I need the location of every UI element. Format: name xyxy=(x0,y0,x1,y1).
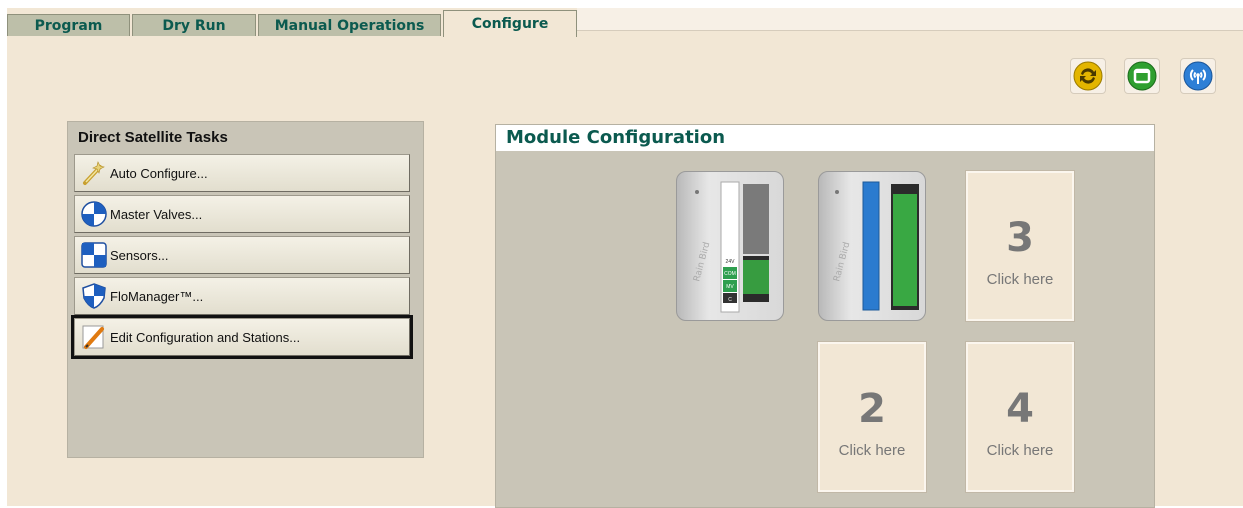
wand-icon xyxy=(83,161,105,185)
app-window: Program Dry Run Manual Operations Config… xyxy=(7,8,1243,508)
sensor-icon xyxy=(81,242,107,268)
refresh-button[interactable] xyxy=(1070,58,1106,94)
flomanager-button[interactable]: FloManager™... xyxy=(74,277,410,315)
auto-configure-button[interactable]: Auto Configure... xyxy=(74,154,410,192)
module-configuration-title: Module Configuration xyxy=(506,127,726,148)
module-slot-2[interactable]: 2 Click here xyxy=(818,342,926,492)
module-slot-3[interactable]: 3 Click here xyxy=(966,171,1074,321)
shield-icon xyxy=(82,283,106,309)
base-module-icon: 24V COM MV C Rain Bird xyxy=(692,181,769,313)
refresh-icon xyxy=(1073,61,1103,91)
sensors-label: Sensors... xyxy=(110,247,169,263)
edit-configuration-label: Edit Configuration and Stations... xyxy=(110,329,301,345)
slot-number: 3 xyxy=(1006,215,1034,261)
station-module-image[interactable]: Rain Bird xyxy=(818,171,926,321)
sensors-button[interactable]: Sensors... xyxy=(74,236,410,274)
pencil-icon xyxy=(82,325,104,349)
window-button[interactable] xyxy=(1124,58,1160,94)
slot-number: 4 xyxy=(1006,386,1034,432)
master-valves-button[interactable]: Master Valves... xyxy=(74,195,410,233)
tab-manual-operations[interactable]: Manual Operations xyxy=(258,14,441,36)
slot-click-here-label: Click here xyxy=(986,271,1054,288)
svg-text:Rain Bird: Rain Bird xyxy=(692,241,712,283)
slot-click-here-label: Click here xyxy=(838,442,906,459)
master-valve-icon xyxy=(81,201,107,227)
module-label-mv: MV xyxy=(726,284,734,290)
module-label-c: C xyxy=(728,297,732,303)
wireless-icon xyxy=(1183,61,1213,91)
svg-text:Rain Bird: Rain Bird xyxy=(832,241,852,283)
tab-program[interactable]: Program xyxy=(7,14,130,36)
direct-satellite-tasks-panel: Direct Satellite Tasks Auto Configure...… xyxy=(67,121,424,458)
slot-number: 2 xyxy=(858,386,886,432)
tasks-panel-title: Direct Satellite Tasks xyxy=(78,129,228,146)
module-configuration-panel: Module Configuration 24V COM MV C Rain B… xyxy=(495,124,1155,508)
tab-bar: Program Dry Run Manual Operations Config… xyxy=(7,8,1243,37)
station-module-icon: Rain Bird xyxy=(832,181,919,311)
flomanager-label: FloManager™... xyxy=(110,288,204,304)
slot-click-here-label: Click here xyxy=(986,442,1054,459)
module-slot-4[interactable]: 4 Click here xyxy=(966,342,1074,492)
tab-configure[interactable]: Configure xyxy=(443,10,577,37)
master-valves-label: Master Valves... xyxy=(110,206,203,222)
edit-configuration-button[interactable]: Edit Configuration and Stations... xyxy=(71,315,413,359)
module-label-24v: 24V xyxy=(726,259,736,265)
auto-configure-label: Auto Configure... xyxy=(110,165,208,181)
base-module-image[interactable]: 24V COM MV C Rain Bird xyxy=(676,171,784,321)
tab-dry-run[interactable]: Dry Run xyxy=(132,14,256,36)
module-configuration-header: Module Configuration xyxy=(496,125,1154,151)
wireless-button[interactable] xyxy=(1180,58,1216,94)
module-label-com: COM xyxy=(724,271,736,277)
tab-bar-strip xyxy=(577,8,1243,31)
window-icon xyxy=(1127,61,1157,91)
